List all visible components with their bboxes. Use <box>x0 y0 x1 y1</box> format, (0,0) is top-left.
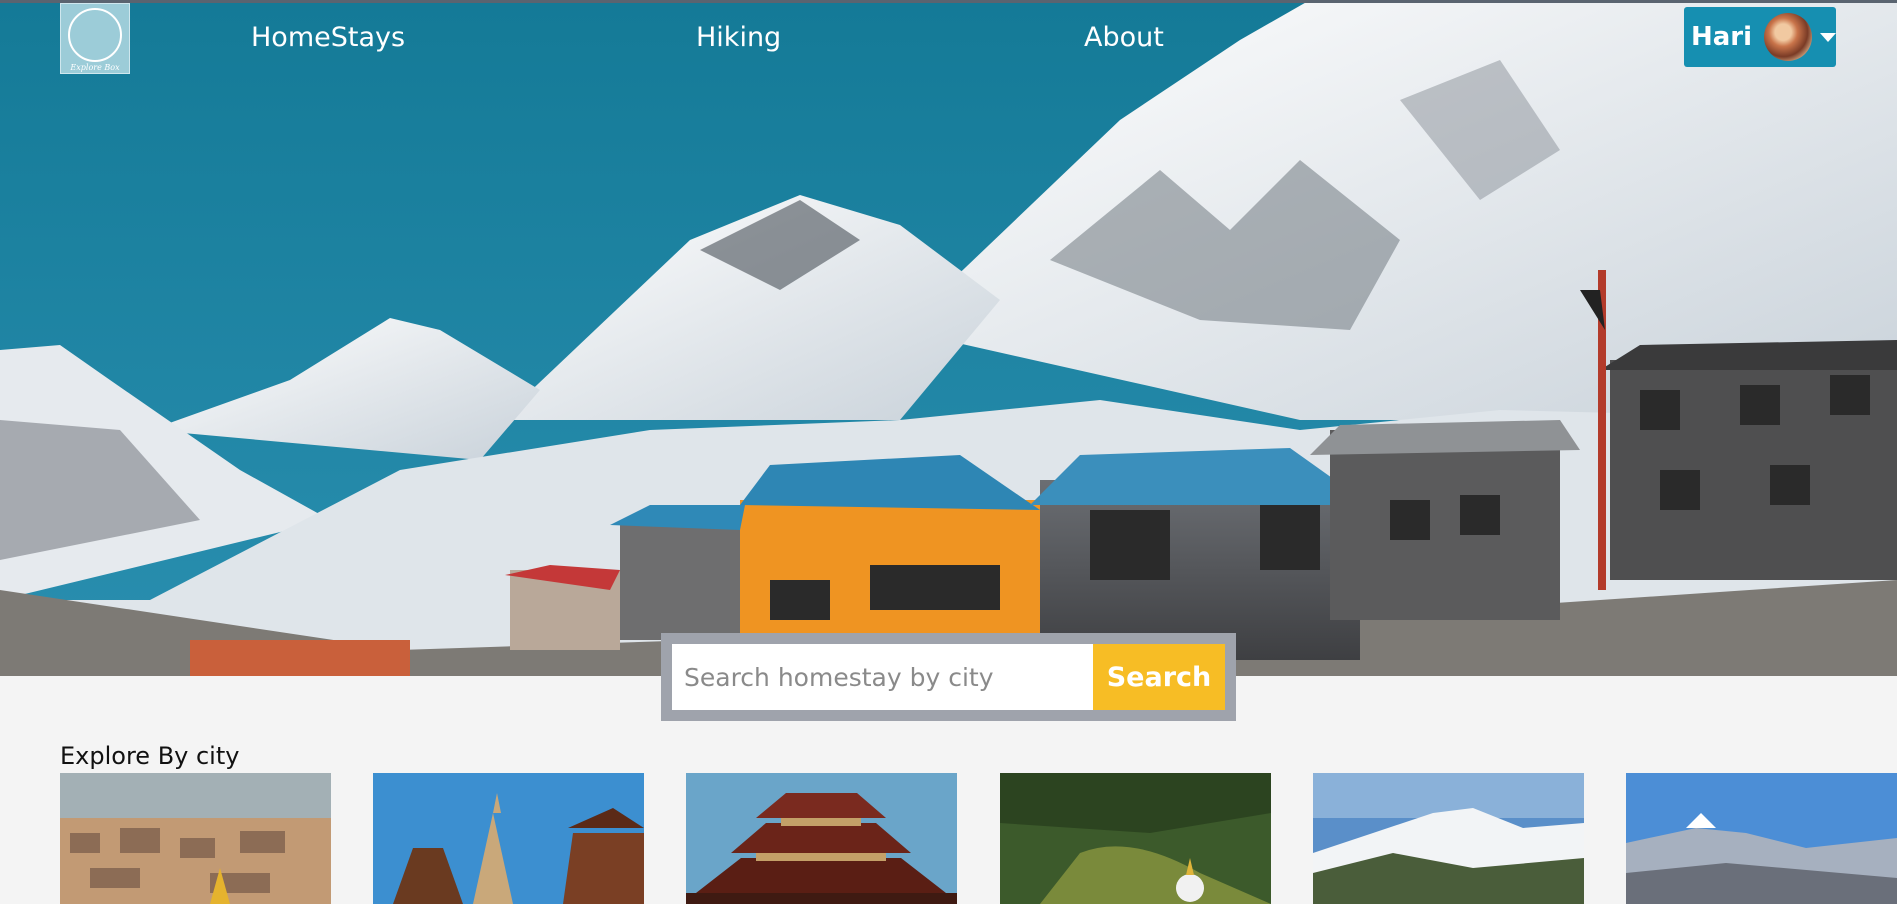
hero-mountain-image <box>0 0 1897 676</box>
city-card[interactable] <box>60 773 331 904</box>
nav-link-hiking[interactable]: Hiking <box>696 22 781 53</box>
city-card[interactable] <box>1000 773 1271 904</box>
city-card[interactable] <box>686 773 957 904</box>
hero-banner <box>0 0 1897 676</box>
logo-emblem-icon <box>68 8 122 62</box>
nav-link-homestays[interactable]: HomeStays <box>251 22 405 53</box>
city-image <box>1313 773 1584 904</box>
city-image <box>686 773 957 904</box>
city-card[interactable] <box>373 773 644 904</box>
section-title: Explore By city <box>60 742 240 770</box>
user-name: Hari <box>1691 22 1753 52</box>
city-image <box>60 773 331 904</box>
city-card[interactable] <box>1313 773 1584 904</box>
search-input[interactable] <box>672 644 1093 710</box>
city-card[interactable] <box>1626 773 1897 904</box>
avatar <box>1764 13 1812 61</box>
top-border <box>0 0 1897 3</box>
logo[interactable]: Explore Box <box>60 3 130 74</box>
city-image <box>1626 773 1897 904</box>
nav-link-about[interactable]: About <box>1084 22 1164 53</box>
city-image <box>373 773 644 904</box>
user-menu-button[interactable]: Hari <box>1684 7 1836 67</box>
city-image <box>1000 773 1271 904</box>
chevron-down-icon <box>1820 32 1836 42</box>
search-button[interactable]: Search <box>1093 644 1225 710</box>
logo-text: Explore Box <box>70 63 120 72</box>
search-bar: Search <box>661 633 1236 721</box>
